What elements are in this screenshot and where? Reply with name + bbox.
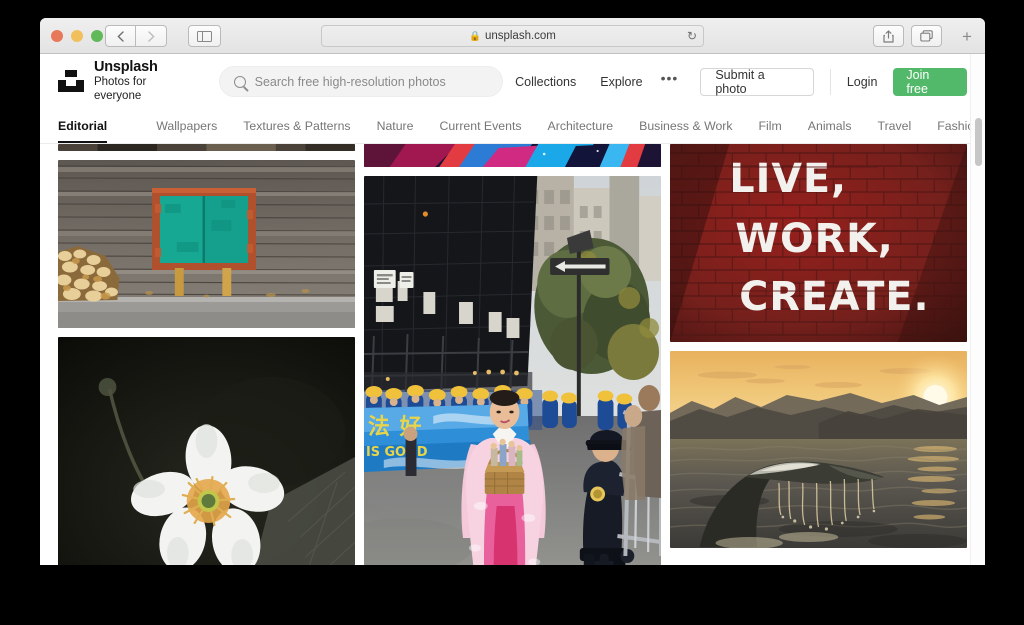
close-window-button[interactable] xyxy=(51,30,63,42)
chevron-right-icon xyxy=(148,31,155,42)
page-scrollbar-thumb[interactable] xyxy=(975,118,982,166)
svg-text:WORK,: WORK, xyxy=(735,216,894,262)
window-traffic-lights xyxy=(51,30,103,42)
browser-window: 🔒 unsplash.com ↻ + xyxy=(40,18,985,565)
svg-text:CREATE.: CREATE. xyxy=(739,274,929,320)
brand-tagline: Photos for everyone xyxy=(94,76,197,104)
svg-text:IS GOOD: IS GOOD xyxy=(366,445,428,460)
plus-icon: + xyxy=(962,27,972,47)
photo-street-parade[interactable]: 法 好 IS GOOD xyxy=(364,176,661,565)
photo-white-anemone-flower[interactable] xyxy=(58,337,355,565)
share-icon xyxy=(883,30,894,43)
photo-live-work-create-wall[interactable]: LIVE, WORK, CREATE. xyxy=(670,144,967,342)
svg-text:法: 法 xyxy=(368,415,390,440)
search-input[interactable] xyxy=(255,75,488,89)
login-link[interactable]: Login xyxy=(847,75,878,89)
category-film[interactable]: Film xyxy=(746,109,795,143)
chevron-left-icon xyxy=(117,31,124,42)
brand-name: Unsplash xyxy=(94,59,197,76)
category-architecture[interactable]: Architecture xyxy=(535,109,627,143)
header-nav: Collections Explore ••• Submit a photo L… xyxy=(503,68,967,96)
category-travel[interactable]: Travel xyxy=(865,109,925,143)
page-scrollbar[interactable] xyxy=(970,54,985,565)
url-text: unsplash.com xyxy=(485,30,556,42)
site-header: Unsplash Photos for everyone Collections… xyxy=(40,54,985,109)
new-tab-button[interactable]: + xyxy=(955,25,979,49)
back-button[interactable] xyxy=(105,25,136,47)
category-textures-patterns[interactable]: Textures & Patterns xyxy=(230,109,363,143)
minimize-window-button[interactable] xyxy=(71,30,83,42)
svg-text:LIVE,: LIVE, xyxy=(729,156,847,202)
nav-link-collections[interactable]: Collections xyxy=(503,75,588,89)
grid-column-3: LIVE, WORK, CREATE. xyxy=(670,144,967,565)
category-editorial[interactable]: Editorial xyxy=(58,109,123,143)
browser-right-buttons xyxy=(873,25,942,47)
category-current-events[interactable]: Current Events xyxy=(427,109,535,143)
share-button[interactable] xyxy=(873,25,904,47)
photo-abstract-sliver-left[interactable] xyxy=(58,144,355,151)
reload-icon[interactable]: ↻ xyxy=(687,30,697,42)
photo-teal-window-cabin[interactable] xyxy=(58,160,355,328)
grid-column-1 xyxy=(58,144,355,565)
unsplash-logo[interactable]: Unsplash Photos for everyone xyxy=(58,59,197,103)
forward-button[interactable] xyxy=(136,25,167,47)
lock-icon: 🔒 xyxy=(469,31,481,42)
header-divider xyxy=(830,69,831,95)
join-free-button[interactable]: Join free xyxy=(893,68,967,96)
category-animals[interactable]: Animals xyxy=(795,109,865,143)
category-nature[interactable]: Nature xyxy=(364,109,427,143)
grid-column-2: 法 好 IS GOOD xyxy=(364,144,661,565)
address-bar[interactable]: 🔒 unsplash.com ↻ xyxy=(321,25,704,47)
page-viewport: Unsplash Photos for everyone Collections… xyxy=(40,54,985,565)
search-box[interactable] xyxy=(219,66,503,97)
more-menu-icon[interactable]: ••• xyxy=(655,74,689,88)
nav-link-explore[interactable]: Explore xyxy=(588,75,654,89)
sidebar-toggle-button[interactable] xyxy=(188,25,221,47)
photo-whale-tail-sunset[interactable] xyxy=(670,351,967,548)
browser-nav-buttons xyxy=(105,25,167,47)
browser-titlebar: 🔒 unsplash.com ↻ + xyxy=(40,18,985,54)
photo-abstract-neon[interactable] xyxy=(364,144,661,167)
submit-a-photo-button[interactable]: Submit a photo xyxy=(700,68,813,96)
zoom-window-button[interactable] xyxy=(91,30,103,42)
unsplash-camera-icon xyxy=(58,70,84,92)
category-nav: Editorial Wallpapers Textures & Patterns… xyxy=(40,109,985,144)
show-tabs-icon xyxy=(920,30,933,42)
photo-grid: 法 好 IS GOOD xyxy=(40,144,985,565)
category-wallpapers[interactable]: Wallpapers xyxy=(143,109,230,143)
category-business-work[interactable]: Business & Work xyxy=(626,109,745,143)
search-icon xyxy=(234,76,246,88)
sidebar-toggle-icon xyxy=(197,31,212,42)
show-tabs-button[interactable] xyxy=(911,25,942,47)
